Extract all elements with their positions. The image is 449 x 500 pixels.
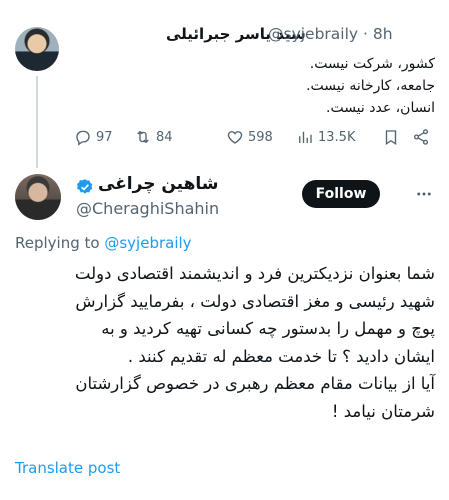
bookmark-icon <box>385 130 397 146</box>
more-options-button[interactable] <box>412 182 436 206</box>
retweet-button[interactable]: 84 <box>134 128 173 146</box>
reply-button[interactable]: 97 <box>74 128 113 146</box>
reply-count: 97 <box>96 129 113 145</box>
reply-text-line: پوچ و مهمل را بدستور چه کسانی تهیه کردید… <box>101 319 435 338</box>
replying-to-prefix: Replying to <box>15 234 100 252</box>
views-button[interactable]: 13.5K <box>296 128 355 146</box>
parent-tweet[interactable]: سید یاسر جبرائیلی @syjebraily · 8h کشور،… <box>0 0 449 168</box>
share-button[interactable] <box>412 128 430 146</box>
parent-tweet-header: سید یاسر جبرائیلی @syjebraily · 8h <box>68 24 436 46</box>
views-count: 13.5K <box>318 129 356 145</box>
parent-author-handle-time[interactable]: @syjebraily · 8h <box>268 25 393 43</box>
like-button[interactable]: 598 <box>226 128 273 146</box>
verified-badge-icon <box>76 179 93 194</box>
parent-text-line: انسان، عدد نیست. <box>326 100 435 116</box>
parent-tweet-time[interactable]: · 8h <box>363 25 393 43</box>
like-count: 598 <box>248 129 273 145</box>
bookmark-button[interactable] <box>382 128 400 146</box>
reply-text-line: شرمتان نیامد ! <box>331 401 435 421</box>
parent-text-line: کشور، شرکت نیست. <box>309 56 435 72</box>
reply-author-avatar[interactable] <box>15 174 61 220</box>
parent-author-avatar[interactable] <box>15 27 59 71</box>
parent-text-line: جامعه، کارخانه نیست. <box>306 78 435 94</box>
translate-post-link[interactable]: Translate post <box>15 459 120 477</box>
reply-author-handle[interactable]: @CheraghiShahin <box>76 199 219 218</box>
reply-text-line: آیا از بیانات مقام معظم رهبری در خصوص گز… <box>75 374 435 393</box>
parent-tweet-text: کشور، شرکت نیست. جامعه، کارخانه نیست. ان… <box>306 53 435 119</box>
parent-tweet-actions: 97 84 598 13.5K <box>74 128 434 150</box>
replying-to-mention[interactable]: @syjebraily <box>104 234 191 252</box>
reply-tweet[interactable]: شاهین چراغی @CheraghiShahin Follow Reply… <box>0 168 449 500</box>
more-options-icon <box>417 192 431 196</box>
thread-connector-line <box>36 76 38 168</box>
follow-button[interactable]: Follow <box>302 180 380 208</box>
reply-icon <box>76 130 90 146</box>
parent-author-handle[interactable]: @syjebraily <box>268 25 358 43</box>
reply-tweet-text: شما بعنوان نزدیکترین فرد و اندیشمند اقتص… <box>13 260 435 425</box>
reply-text-line: ایشان دادید ؟ تا خدمت معظم له تقدیم کنند… <box>127 346 435 366</box>
reply-author-name[interactable]: شاهین چراغی <box>98 174 219 194</box>
reply-text-line: شهید رئیسی و مغز اقتصادی دولت ، بفرمایید… <box>75 291 435 311</box>
views-icon <box>299 131 312 143</box>
share-icon <box>413 129 429 145</box>
retweet-count: 84 <box>156 129 173 145</box>
reply-text-line: شما بعنوان نزدیکترین فرد و اندیشمند اقتص… <box>74 264 435 283</box>
like-icon <box>227 131 243 144</box>
replying-to-line: Replying to @syjebraily <box>15 234 192 252</box>
retweet-icon <box>137 130 149 144</box>
